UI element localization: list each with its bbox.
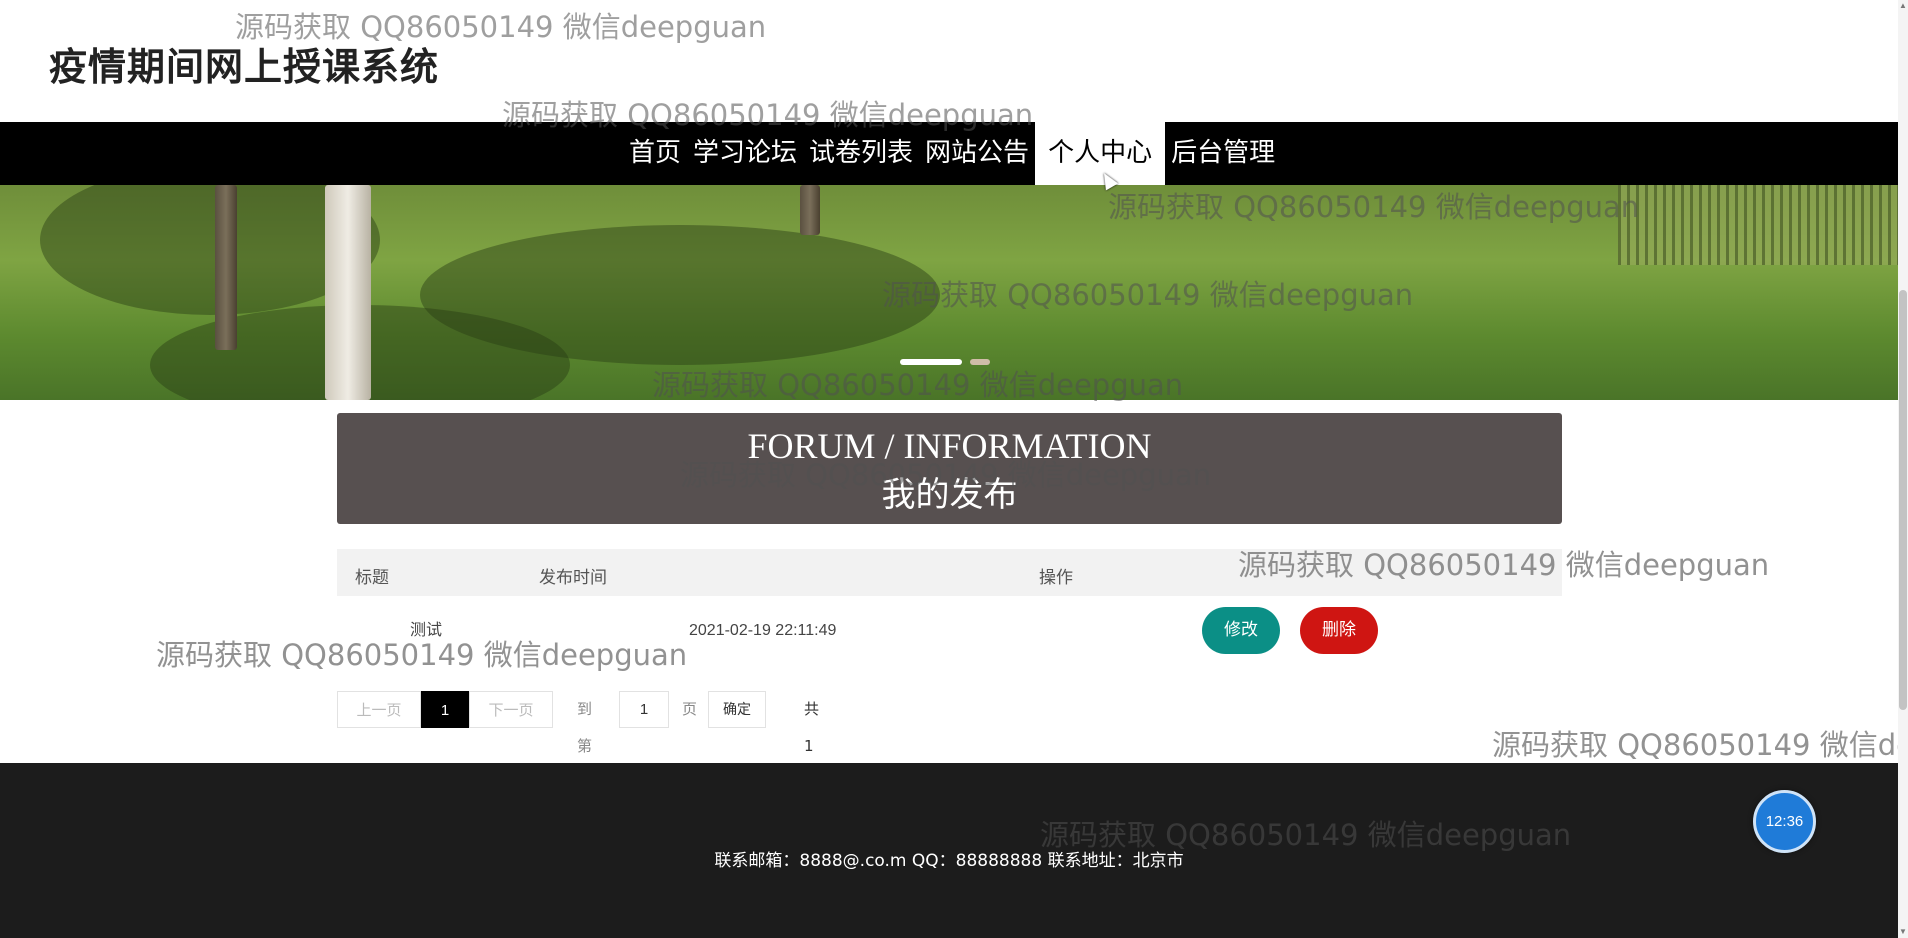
section-title-cn: 我的发布 [881,475,1018,515]
nav-item-notices[interactable]: 网站公告 [919,122,1035,185]
prev-page-button[interactable]: 上一页 [337,691,421,728]
posts-table: 标题 发布时间 操作 测试 2021-02-19 22:11:49 修改 删除 [337,549,1562,666]
column-header-time: 发布时间 [539,568,607,588]
banner-tree-trunk [215,185,237,350]
section-title-en: FORUM / INFORMATION [747,426,1152,466]
nav-item-home[interactable]: 首页 [623,122,687,185]
scroll-thumb[interactable] [1899,290,1907,710]
site-footer: 联系邮箱：8888@.co.m QQ：88888888 联系地址：北京市 [0,763,1898,938]
main-nav: 首页 学习论坛 试卷列表 网站公告 个人中心 后台管理 [0,122,1898,185]
banner-reeds [1618,185,1898,265]
next-page-button[interactable]: 下一页 [469,691,553,728]
page: 疫情期间网上授课系统 首页 学习论坛 试卷列表 网站公告 个人中心 后台管理 F… [0,0,1898,938]
site-title: 疫情期间网上授课系统 [49,45,440,89]
carousel-indicators [900,359,990,365]
scroll-up-icon[interactable]: ▲ [1898,0,1908,12]
section-header: FORUM / INFORMATION 我的发布 [337,413,1562,524]
column-header-title: 标题 [355,568,389,588]
banner-tree-trunk [800,185,820,235]
nav-item-exams[interactable]: 试卷列表 [803,122,919,185]
current-page-button[interactable]: 1 [421,691,469,728]
nav-list: 首页 学习论坛 试卷列表 网站公告 个人中心 后台管理 [623,122,1281,185]
row-title: 测试 [410,622,443,639]
delete-button[interactable]: 删除 [1300,607,1378,654]
total-count: 共 1 条 [804,700,820,792]
nav-item-admin[interactable]: 后台管理 [1165,122,1281,185]
goto-prefix: 到第 [577,700,593,755]
watermark-text: 源码获取 QQ86050149 微信deepguan [1492,728,1898,762]
edit-button[interactable]: 修改 [1202,607,1280,654]
footer-contact: 联系邮箱：8888@.co.m QQ：88888888 联系地址：北京市 [714,851,1184,871]
carousel-dot[interactable] [900,359,962,365]
page-scrollbar[interactable]: ▲ ▼ [1898,0,1908,938]
scroll-down-icon[interactable]: ▼ [1898,926,1908,938]
goto-suffix: 页 [682,700,698,718]
banner-tree-trunk [325,185,371,400]
goto-page-input[interactable] [619,691,669,728]
table-row: 测试 2021-02-19 22:11:49 [337,596,1562,666]
banner-carousel [0,185,1898,400]
clock-widget[interactable]: 12:36 [1753,790,1816,853]
carousel-dot[interactable] [970,359,990,365]
row-time: 2021-02-19 22:11:49 [689,622,837,639]
column-header-action: 操作 [1039,568,1073,588]
nav-item-forum[interactable]: 学习论坛 [687,122,803,185]
table-header: 标题 发布时间 操作 [337,549,1562,596]
goto-confirm-button[interactable]: 确定 [708,691,766,728]
site-header: 疫情期间网上授课系统 [0,0,1898,122]
